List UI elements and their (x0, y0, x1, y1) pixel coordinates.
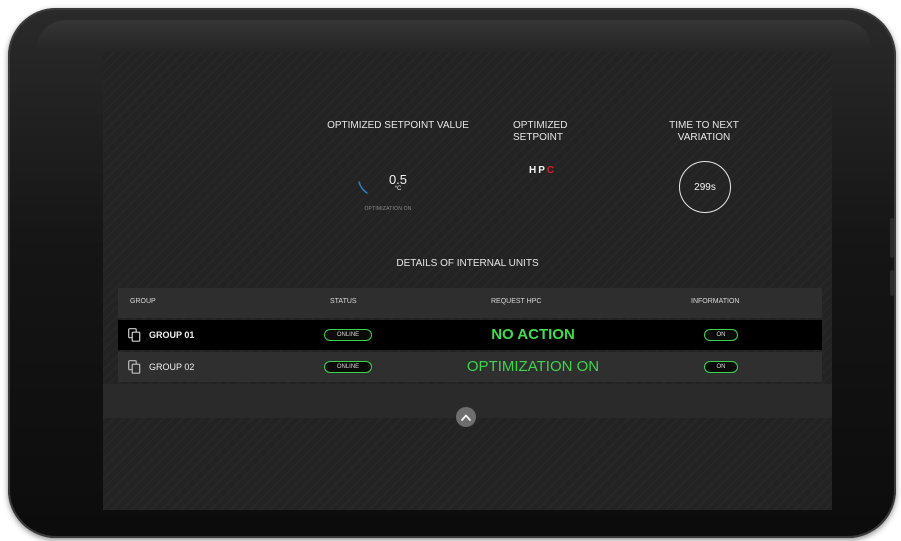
table-row-group-01[interactable]: GROUP 01 ONLINE NO ACTION ON (118, 320, 822, 350)
power-button (890, 270, 894, 296)
request-hpc-value: OPTIMIZATION ON (466, 358, 600, 375)
time-to-next-variation-title: TIME TO NEXT VARIATION (669, 120, 739, 143)
information-toggle[interactable]: ON (704, 361, 738, 373)
status-badge: ONLINE (324, 329, 372, 341)
chevron-up-icon (461, 414, 471, 421)
copy-group-icon (128, 328, 141, 342)
status-badge: ONLINE (324, 361, 372, 373)
details-section-title: DETAILS OF INTERNAL UNITS (396, 258, 539, 269)
setpoint-value: 0.5 (388, 172, 408, 187)
tablet-device: OPTIMIZED SETPOINT VALUE 0.5 °C OPTIMIZA… (8, 8, 896, 538)
header-group: GROUP (130, 298, 156, 305)
app-screen: OPTIMIZED SETPOINT VALUE 0.5 °C OPTIMIZA… (103, 52, 832, 510)
collapse-button[interactable] (456, 407, 476, 427)
device-bezel-shine (36, 20, 872, 50)
header-request-hpc: REQUEST HPC (491, 298, 542, 305)
optimized-mode: HPC (529, 165, 556, 176)
optimized-mode-accent: C (546, 165, 557, 176)
group-name: GROUP 02 (149, 362, 195, 372)
setpoint-gauge-icon (358, 181, 368, 194)
volume-button (890, 218, 894, 258)
countdown-value: 299s (694, 181, 716, 193)
group-name: GROUP 01 (149, 330, 195, 340)
setpoint-value-title: OPTIMIZED SETPOINT VALUE (327, 120, 469, 131)
header-information: INFORMATION (691, 298, 740, 305)
countdown-timer: 299s (679, 161, 731, 213)
copy-group-icon (128, 360, 141, 374)
table-header: GROUP STATUS REQUEST HPC INFORMATION (118, 288, 822, 318)
setpoint-unit: °C (394, 186, 402, 192)
table-row-group-02[interactable]: GROUP 02 ONLINE OPTIMIZATION ON ON (118, 352, 822, 382)
information-toggle[interactable]: ON (704, 329, 738, 341)
request-hpc-value: NO ACTION (491, 326, 575, 343)
header-status: STATUS (330, 298, 357, 305)
optimized-setpoint-title: OPTIMIZED SETPOINT (513, 120, 568, 143)
optimization-status-caption: OPTIMIZATION ON (364, 206, 412, 212)
optimized-mode-main: HP (529, 165, 547, 176)
